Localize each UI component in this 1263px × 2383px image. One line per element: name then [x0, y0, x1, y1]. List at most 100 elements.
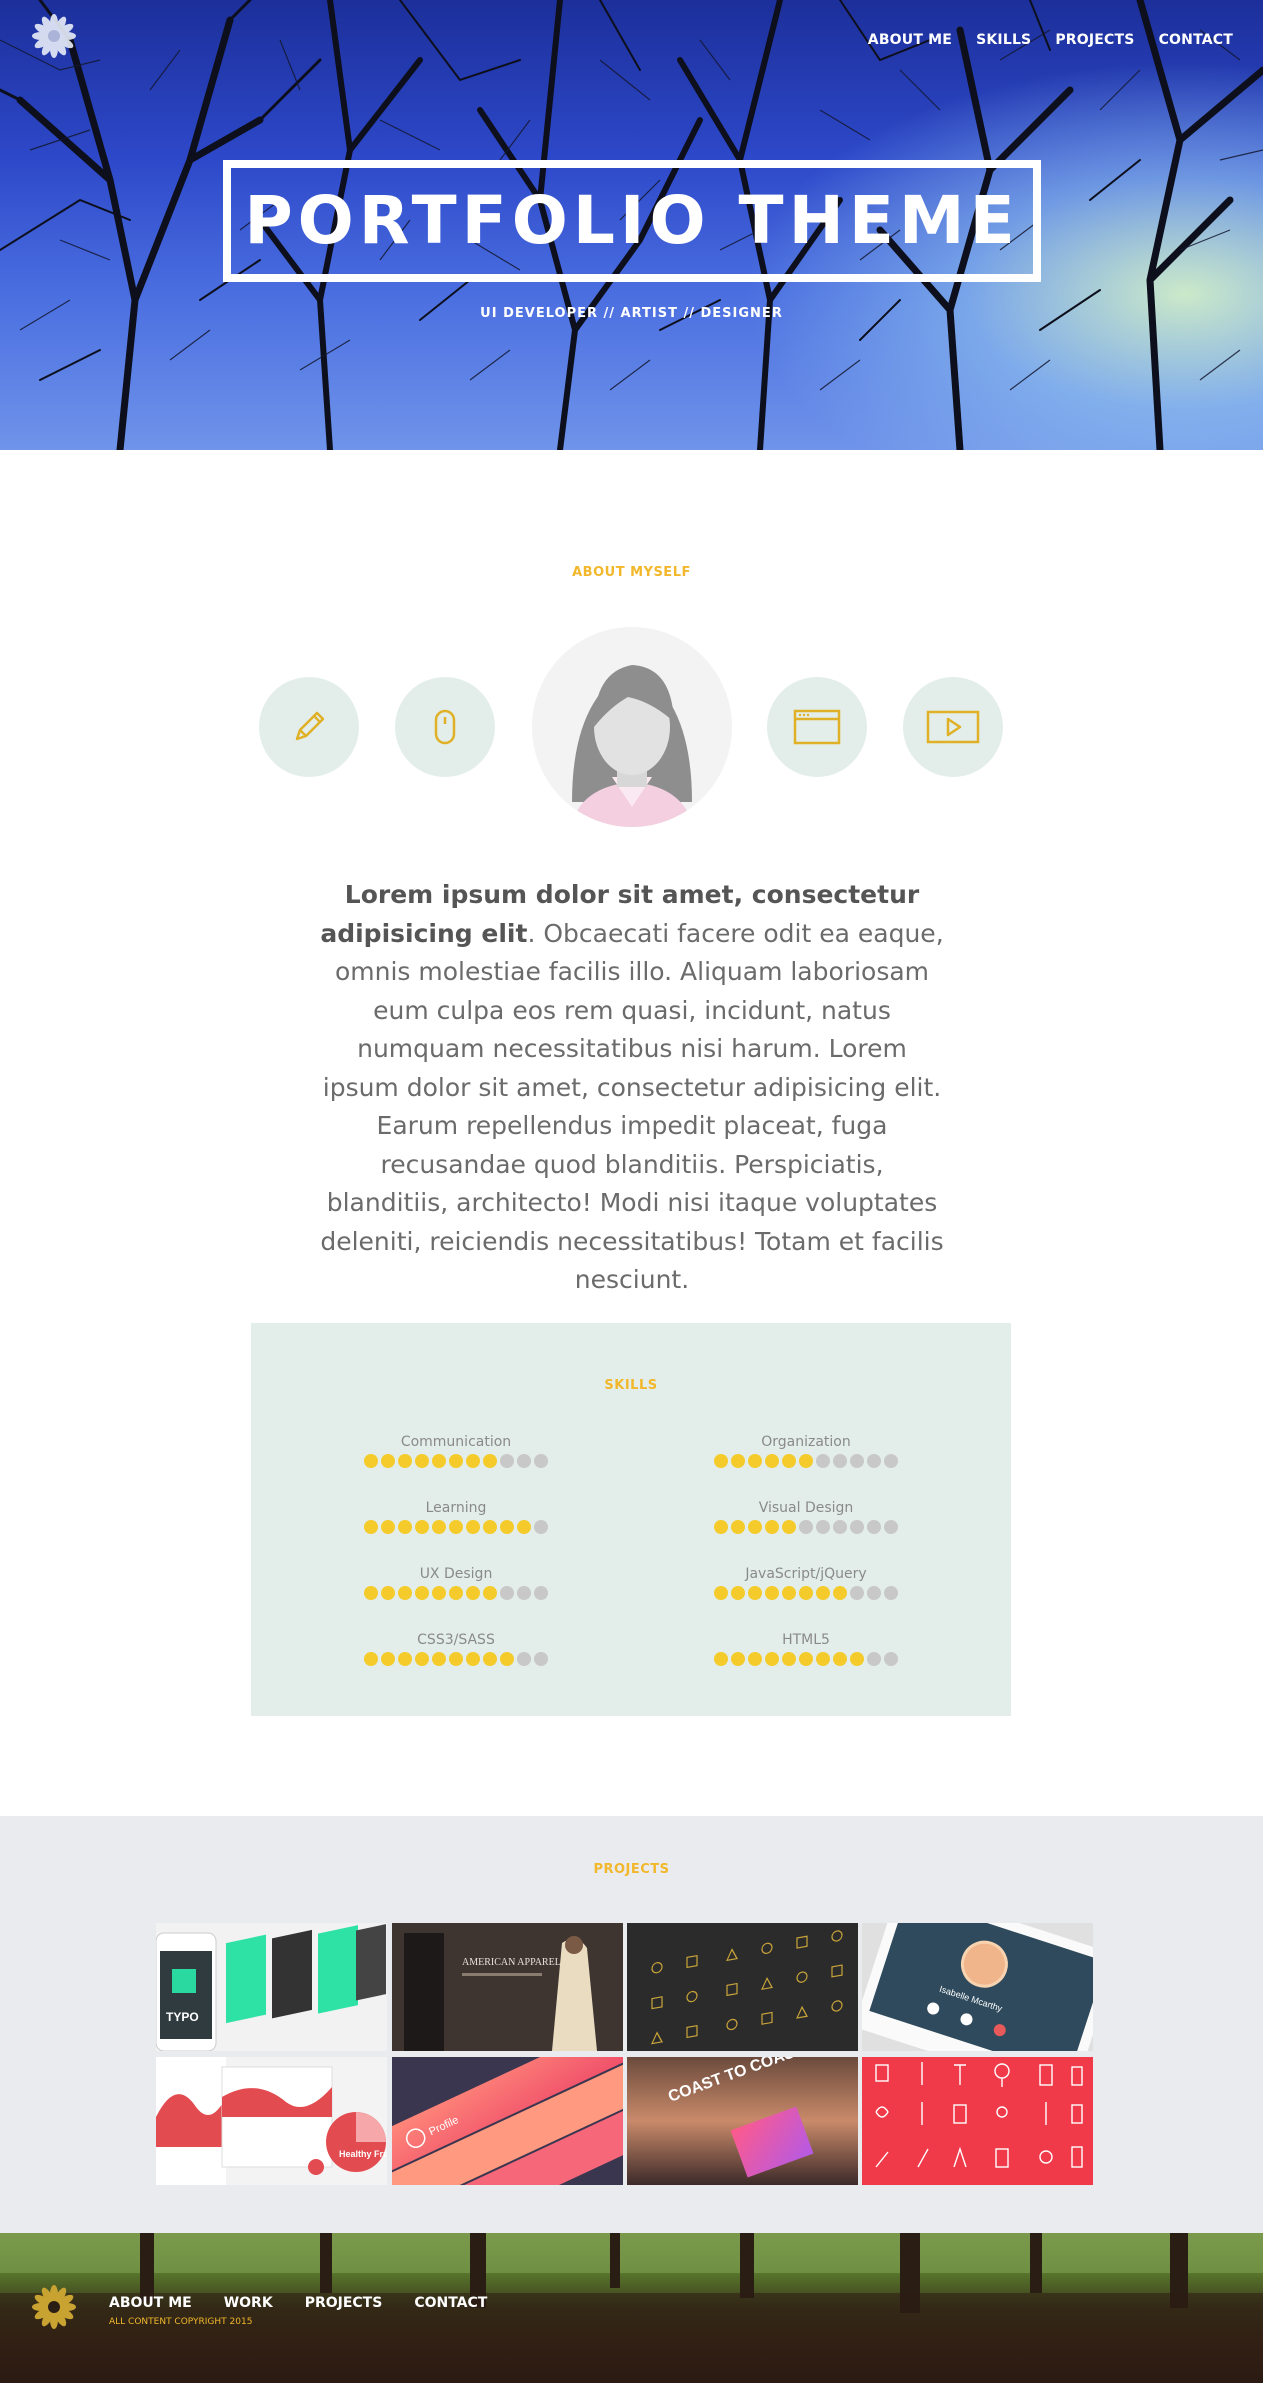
skill-name: HTML5 — [782, 1632, 830, 1648]
rating-dot-empty — [517, 1454, 531, 1468]
rating-dot-filled — [466, 1652, 480, 1666]
footer-nav-work[interactable]: WORK — [224, 2295, 273, 2311]
main-nav: ABOUT ME SKILLS PROJECTS CONTACT — [868, 32, 1233, 48]
rating-dot-filled — [449, 1586, 463, 1600]
skill-name: Organization — [761, 1434, 851, 1450]
rating-dot-filled — [466, 1520, 480, 1534]
skill-learning: Learning — [356, 1499, 556, 1534]
skill-rating — [356, 1520, 556, 1534]
rating-dot-filled — [364, 1454, 378, 1468]
rating-dot-filled — [782, 1520, 796, 1534]
rating-dot-filled — [833, 1586, 847, 1600]
rating-dot-empty — [534, 1652, 548, 1666]
rating-dot-filled — [449, 1652, 463, 1666]
footer: ABOUT ME WORK PROJECTS CONTACT ALL CONTE… — [0, 2233, 1263, 2383]
rating-dot-filled — [799, 1454, 813, 1468]
project-thumb-icon-pattern[interactable] — [627, 1923, 858, 2051]
rating-dot-filled — [765, 1652, 779, 1666]
rating-dot-filled — [799, 1586, 813, 1600]
project-thumb-tool-icons[interactable] — [862, 2057, 1093, 2185]
typo-caption: TYPO — [166, 2010, 199, 2024]
rating-dot-filled — [714, 1586, 728, 1600]
project-thumb-profile-app[interactable]: Isabelle Mcarthy — [862, 1923, 1093, 2051]
rating-dot-filled — [398, 1520, 412, 1534]
skills-section: SKILLS Communication Organization Learni… — [251, 1323, 1011, 1716]
rating-dot-filled — [731, 1586, 745, 1600]
rating-dot-empty — [867, 1454, 881, 1468]
rating-dot-empty — [517, 1652, 531, 1666]
footer-nav-contact[interactable]: CONTACT — [414, 2295, 487, 2311]
project-thumb-typo[interactable]: TYPO — [156, 1923, 387, 2051]
skill-rating — [706, 1520, 906, 1534]
rating-dot-empty — [534, 1454, 548, 1468]
rating-dot-empty — [534, 1520, 548, 1534]
rating-dot-filled — [714, 1454, 728, 1468]
flower-logo-icon[interactable] — [30, 12, 78, 60]
nav-skills[interactable]: SKILLS — [976, 32, 1031, 48]
fruits-caption: Healthy Fruits — [339, 2149, 387, 2159]
skill-visual-design: Visual Design — [706, 1499, 906, 1534]
rating-dot-filled — [731, 1652, 745, 1666]
rating-dot-filled — [517, 1520, 531, 1534]
project-thumb-profile-map[interactable]: Profile — [392, 2057, 623, 2185]
rating-dot-empty — [850, 1520, 864, 1534]
apparel-caption: AMERICAN APPAREL — [462, 1957, 561, 1968]
project-thumb-healthy-fruits[interactable]: Healthy Fruits — [156, 2057, 387, 2185]
rating-dot-empty — [816, 1520, 830, 1534]
play-icon-circle[interactable] — [903, 677, 1003, 777]
rating-dot-empty — [850, 1586, 864, 1600]
hero-banner: ABOUT ME SKILLS PROJECTS CONTACT PORTFOL… — [0, 0, 1263, 450]
rating-dot-empty — [884, 1652, 898, 1666]
rating-dot-filled — [483, 1454, 497, 1468]
project-thumb-coast[interactable]: COAST TO COAST — [627, 2057, 858, 2185]
skill-rating — [706, 1586, 906, 1600]
footer-flower-logo-icon[interactable] — [30, 2283, 78, 2331]
copyright-text: ALL CONTENT COPYRIGHT 2015 — [109, 2317, 253, 2327]
skill-html5: HTML5 — [706, 1631, 906, 1666]
pencil-icon — [295, 711, 325, 741]
rating-dot-filled — [748, 1652, 762, 1666]
rating-dot-empty — [500, 1454, 514, 1468]
rating-dot-filled — [782, 1454, 796, 1468]
rating-dot-filled — [731, 1520, 745, 1534]
hero-subtitle: UI DEVELOPER // ARTIST // DESIGNER — [480, 306, 783, 321]
rating-dot-filled — [714, 1652, 728, 1666]
rating-dot-filled — [415, 1652, 429, 1666]
mouse-icon-circle[interactable] — [395, 677, 495, 777]
rating-dot-filled — [816, 1652, 830, 1666]
rating-dot-filled — [748, 1586, 762, 1600]
project-thumb-american-apparel[interactable]: AMERICAN APPAREL — [392, 1923, 623, 2051]
rating-dot-empty — [833, 1454, 847, 1468]
rating-dot-filled — [398, 1652, 412, 1666]
browser-icon-circle[interactable] — [767, 677, 867, 777]
rating-dot-filled — [432, 1586, 446, 1600]
nav-projects[interactable]: PROJECTS — [1055, 32, 1134, 48]
skill-rating — [706, 1454, 906, 1468]
footer-nav-projects[interactable]: PROJECTS — [305, 2295, 383, 2311]
skill-rating — [706, 1652, 906, 1666]
rating-dot-filled — [782, 1652, 796, 1666]
mouse-icon — [434, 709, 456, 745]
rating-dot-filled — [483, 1652, 497, 1666]
projects-section: PROJECTS TYPO AMERICAN APPAREL Isabelle … — [0, 1816, 1263, 2233]
skill-name: JavaScript/jQuery — [745, 1566, 867, 1582]
rating-dot-empty — [884, 1586, 898, 1600]
rating-dot-filled — [432, 1652, 446, 1666]
pencil-icon-circle[interactable] — [259, 677, 359, 777]
rating-dot-empty — [500, 1586, 514, 1600]
title-frame: PORTFOLIO THEME — [223, 160, 1041, 282]
rating-dot-filled — [432, 1454, 446, 1468]
rating-dot-filled — [714, 1520, 728, 1534]
skill-name: UX Design — [419, 1566, 493, 1582]
skill-name: Visual Design — [758, 1500, 854, 1516]
nav-contact[interactable]: CONTACT — [1159, 32, 1233, 48]
rating-dot-filled — [364, 1586, 378, 1600]
footer-nav-about-me[interactable]: ABOUT ME — [109, 2295, 192, 2311]
rating-dot-empty — [867, 1520, 881, 1534]
rating-dot-empty — [884, 1520, 898, 1534]
rating-dot-filled — [765, 1454, 779, 1468]
rating-dot-empty — [833, 1520, 847, 1534]
nav-about-me[interactable]: ABOUT ME — [868, 32, 952, 48]
rating-dot-filled — [398, 1454, 412, 1468]
rating-dot-empty — [867, 1586, 881, 1600]
